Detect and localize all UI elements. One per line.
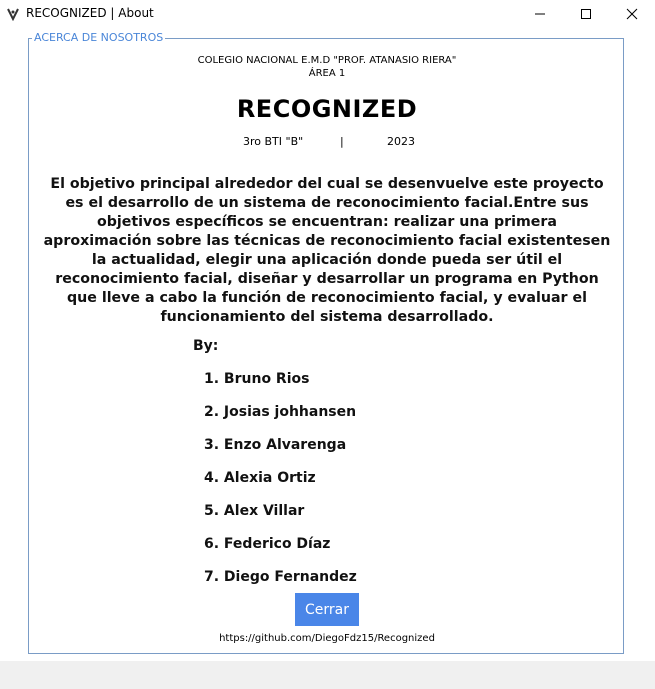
by-label: By:: [193, 338, 219, 354]
maximize-button[interactable]: [563, 0, 609, 28]
repo-link[interactable]: https://github.com/DiegoFdz15/Recognized: [29, 633, 625, 644]
class-label: 3ro BTI "B": [243, 135, 304, 148]
school-header: COLEGIO NACIONAL E.M.D "PROF. ATANASIO R…: [29, 54, 625, 80]
close-window-button[interactable]: [609, 0, 655, 28]
recognized-app-icon: [6, 6, 20, 22]
minimize-button[interactable]: [517, 0, 563, 28]
app-name-heading: RECOGNIZED: [236, 95, 418, 123]
author-item: 3. Enzo Alvarenga: [204, 437, 347, 453]
author-item: 6. Federico Díaz: [204, 536, 331, 552]
school-area: ÁREA 1: [308, 68, 346, 79]
author-item: 7. Diego Fernandez: [204, 569, 357, 585]
group-legend: ACERCA DE NOSOTROS: [32, 31, 166, 44]
author-item: 5. Alex Villar: [204, 503, 305, 519]
school-name: COLEGIO NACIONAL E.M.D "PROF. ATANASIO R…: [197, 55, 457, 66]
meta-separator: |: [340, 135, 344, 148]
maximize-icon: [580, 5, 592, 24]
close-icon: [626, 5, 638, 24]
author-item: 1. Bruno Rios: [204, 371, 310, 387]
title-bar: RECOGNIZED | About: [0, 0, 655, 28]
project-description: El objetivo principal alrededor del cual…: [43, 176, 611, 325]
author-item: 4. Alexia Ortiz: [204, 470, 316, 486]
window-title: RECOGNIZED | About: [26, 6, 154, 20]
author-item: 2. Josias johhansen: [204, 404, 357, 420]
year-label: 2023: [387, 135, 415, 148]
about-group: ACERCA DE NOSOTROS COLEGIO NACIONAL E.M.…: [28, 31, 625, 654]
close-button[interactable]: Cerrar: [295, 593, 359, 626]
window-content: ACERCA DE NOSOTROS COLEGIO NACIONAL E.M.…: [0, 28, 655, 661]
minimize-icon: [534, 5, 546, 24]
